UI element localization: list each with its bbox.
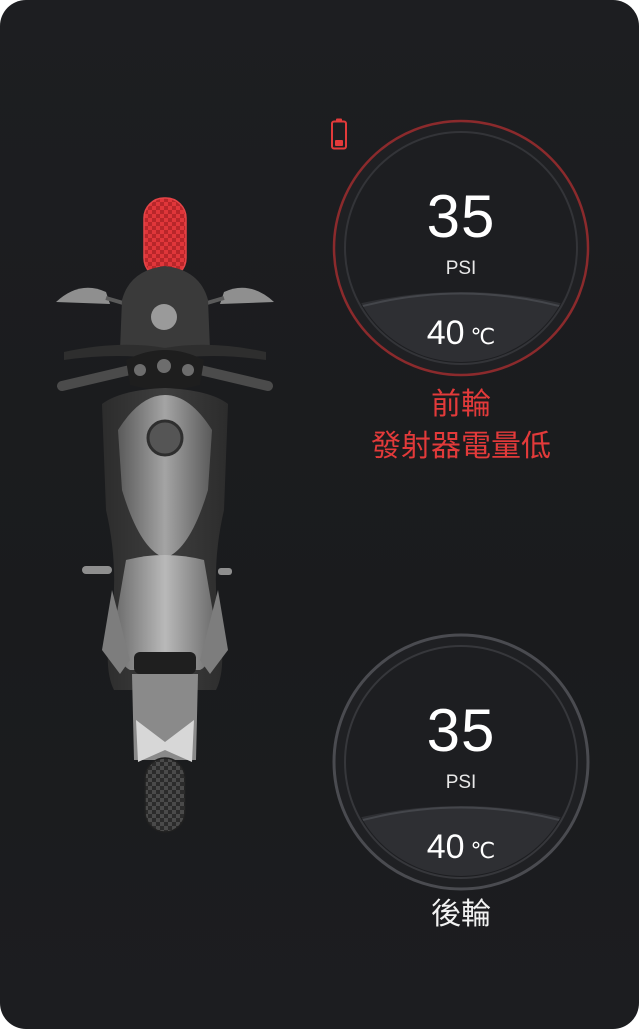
front-pressure-value: 35 <box>426 183 496 250</box>
front-temperature: 40 ℃ <box>331 314 591 353</box>
front-tire-gauge[interactable]: 35 PSI 40 ℃ <box>331 118 591 378</box>
low-battery-icon <box>331 118 347 150</box>
rear-wheel-icon <box>144 757 186 833</box>
rear-tire-name: 後輪 <box>431 898 491 931</box>
front-temperature-value: 40 <box>426 314 465 352</box>
rear-temperature-value: 40 <box>426 828 465 866</box>
rear-pressure-value: 35 <box>426 697 496 764</box>
front-tire-status-label: 前輪 發射器電量低 <box>331 384 591 468</box>
tire-pressure-card: 35 PSI 40 ℃ 前輪 發射器電量低 35 PSI 40 ℃ 後輪 <box>0 0 639 1029</box>
front-sensor-battery-warning: 發射器電量低 <box>371 430 551 463</box>
front-pressure-unit: PSI <box>445 258 477 279</box>
rear-pressure-unit: PSI <box>445 772 477 793</box>
rear-temperature-unit: ℃ <box>470 838 496 863</box>
motorcycle-top-view-icon <box>56 197 274 833</box>
front-temperature-unit: ℃ <box>470 324 496 349</box>
rear-tire-gauge[interactable]: 35 PSI 40 ℃ <box>331 632 591 892</box>
rear-temperature: 40 ℃ <box>331 828 591 867</box>
front-tire-name: 前輪 <box>431 388 491 421</box>
